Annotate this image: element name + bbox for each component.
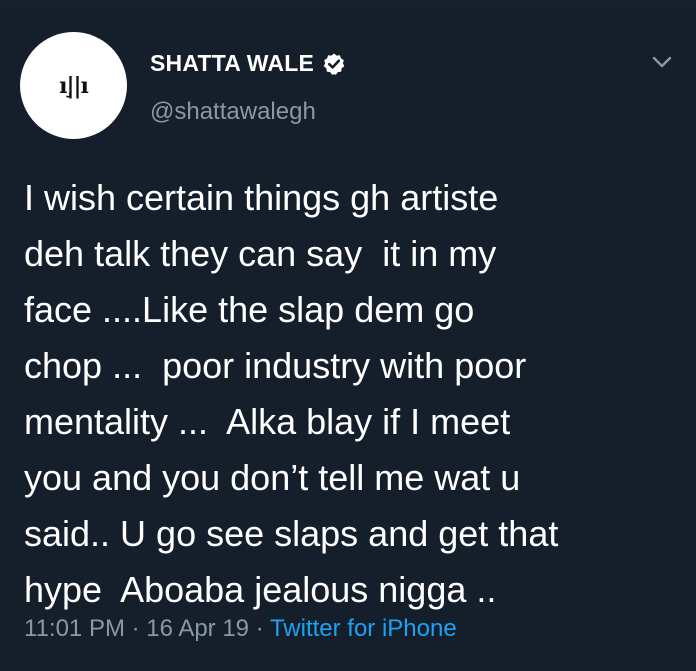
tweet-card: ı|̧|ı SHATTA WALE @shattawalegh I wish c… <box>0 0 696 671</box>
meta-separator: · <box>249 615 270 642</box>
verified-badge-icon <box>322 52 346 76</box>
author-name-row[interactable]: SHATTA WALE <box>150 50 346 77</box>
tweet-text-line: chop ... poor industry with poor <box>24 345 527 386</box>
tweet-date[interactable]: 16 Apr 19 <box>146 615 249 642</box>
top-divider <box>0 0 696 10</box>
user-handle[interactable]: @shattawalegh <box>150 98 316 126</box>
chevron-down-icon[interactable] <box>650 52 674 72</box>
tweet-text-line: I wish certain things gh artiste <box>24 177 499 218</box>
tweet-text-line: you and you don’t tell me wat u <box>24 457 521 498</box>
tweet-text-line: said.. U go see slaps and get that <box>24 513 559 554</box>
avatar-logo: ı|̧|ı <box>59 72 89 99</box>
meta-separator: · <box>124 615 147 642</box>
tweet-text-line: mentality ... Alka blay if I meet <box>24 401 511 442</box>
tweet-text-line: hype Aboaba jealous nigga .. <box>24 569 497 610</box>
display-name[interactable]: SHATTA WALE <box>150 50 314 77</box>
tweet-meta: 11:01 PM · 16 Apr 19 · Twitter for iPhon… <box>24 615 457 643</box>
tweet-text: I wish certain things gh artiste deh tal… <box>24 170 674 618</box>
avatar[interactable]: ı|̧|ı <box>20 32 127 139</box>
tweet-time[interactable]: 11:01 PM <box>24 615 125 642</box>
tweet-text-line: face ....Like the slap dem go <box>24 289 475 330</box>
tweet-text-line: deh talk they can say it in my <box>24 233 497 274</box>
tweet-source-link[interactable]: Twitter for iPhone <box>270 615 457 642</box>
